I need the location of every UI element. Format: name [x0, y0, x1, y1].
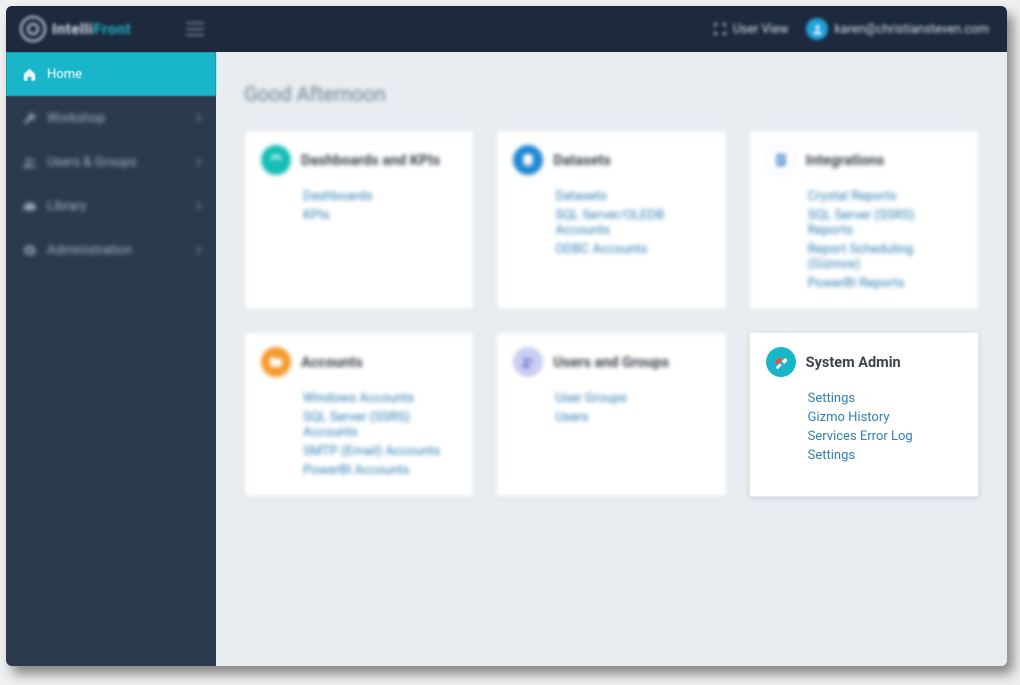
menu-toggle-icon[interactable]: [186, 22, 204, 36]
card-header: Datasets: [513, 145, 709, 175]
card-title: Accounts: [301, 354, 363, 371]
card-link[interactable]: Gizmo History: [808, 410, 962, 425]
sidebar-item-label: Users & Groups: [47, 155, 136, 170]
database-icon: [513, 145, 543, 175]
card-title: Integrations: [806, 152, 885, 169]
user-menu[interactable]: karen@christiansteven.com: [806, 18, 989, 40]
card-link[interactable]: SQL Server (SSRS) Accounts: [303, 410, 457, 440]
sidebar-item-workshop[interactable]: Workshop: [6, 96, 216, 140]
card-link[interactable]: Datasets: [555, 189, 709, 204]
sidebar-item-label: Home: [47, 67, 82, 82]
card-link[interactable]: Report Scheduling (Gizmox): [808, 242, 962, 272]
logo-mark-icon: [20, 16, 46, 42]
card-system-admin: System Admin Settings Gizmo History Service…: [749, 332, 979, 497]
app-window: IntelliFront User View karen@christianst…: [6, 6, 1007, 666]
sidebar-item-users-groups[interactable]: Users & Groups: [6, 140, 216, 184]
sidebar-item-label: Library: [47, 199, 86, 214]
card-link[interactable]: User Groups: [555, 391, 709, 406]
card-link[interactable]: Services Error Log: [808, 429, 962, 444]
card-title: Dashboards and KPIs: [301, 152, 440, 169]
chevron-right-icon: [193, 114, 201, 122]
card-link[interactable]: SMTP (Email) Accounts: [303, 444, 457, 459]
user-view-label: User View: [733, 22, 789, 37]
card-link[interactable]: Settings: [808, 391, 962, 406]
card-link-list: Windows Accounts SQL Server (SSRS) Accoun…: [303, 391, 457, 478]
card-header: Integrations: [766, 145, 962, 175]
card-header: Accounts: [261, 347, 457, 377]
card-header: Dashboards and KPIs: [261, 145, 457, 175]
card-link-list: Dashboards KPIs: [303, 189, 457, 223]
chevron-right-icon: [193, 246, 201, 254]
expand-icon: [713, 22, 727, 36]
logo-text-b: Front: [93, 20, 131, 38]
gauge-icon: [261, 145, 291, 175]
logo-text: IntelliFront: [52, 20, 131, 38]
topbar-right: User View karen@christiansteven.com: [713, 18, 1007, 40]
card-link[interactable]: SQL Server/OLEDB Accounts: [555, 208, 709, 238]
card-header: Users and Groups: [513, 347, 709, 377]
card-link-list: Settings Gizmo History Services Error Log S…: [808, 391, 962, 463]
main-area: Good Afternoon Dashboards and KPIsDashbo…: [216, 52, 1007, 666]
cloud-icon: [22, 199, 37, 214]
sidebar-item-label: Workshop: [47, 111, 105, 126]
card-link[interactable]: SQL Server (SSRS) Reports: [808, 208, 962, 238]
card-title: Datasets: [553, 152, 610, 169]
topbar: IntelliFront User View karen@christianst…: [6, 6, 1007, 52]
card-integrations: Integrations Crystal Reports SQL Server (S…: [749, 130, 979, 310]
chevron-right-icon: [193, 158, 201, 166]
home-icon: [22, 67, 37, 82]
card-grid: Dashboards and KPIs Dashboards KPIs Dataset…: [244, 130, 979, 497]
card-dashboards-kpis: Dashboards and KPIs Dashboards KPIs: [244, 130, 474, 310]
card-link[interactable]: Settings: [808, 448, 962, 463]
page-greeting: Good Afternoon: [244, 82, 979, 106]
gear-icon: [22, 243, 37, 258]
card-link-list: Crystal Reports SQL Server (SSRS) Reports…: [808, 189, 962, 291]
tools-icon: [766, 347, 796, 377]
card-title: System Admin: [806, 354, 901, 371]
sidebar: Home Workshop Users & Groups Library Adminis…: [6, 52, 216, 666]
card-link[interactable]: KPIs: [303, 208, 457, 223]
card-link[interactable]: Crystal Reports: [808, 189, 962, 204]
folder-icon: [261, 347, 291, 377]
card-link[interactable]: Dashboards: [303, 189, 457, 204]
card-link-list: User Groups Users: [555, 391, 709, 425]
people-icon: [513, 347, 543, 377]
card-link[interactable]: PowerBI Accounts: [303, 463, 457, 478]
brand-logo[interactable]: IntelliFront: [6, 16, 176, 42]
report-icon: [766, 145, 796, 175]
sidebar-item-administration[interactable]: Administration: [6, 228, 216, 272]
card-accounts: Accounts Windows Accounts SQL Server (SSRS…: [244, 332, 474, 497]
chevron-right-icon: [193, 202, 201, 210]
card-datasets: Datasets Datasets SQL Server/OLEDB Account…: [496, 130, 726, 310]
sidebar-item-library[interactable]: Library: [6, 184, 216, 228]
avatar-icon: [806, 18, 828, 40]
user-email: karen@christiansteven.com: [834, 22, 989, 37]
card-link-list: Datasets SQL Server/OLEDB Accounts ODBC Ac…: [555, 189, 709, 257]
card-users-groups: Users and Groups User Groups Users: [496, 332, 726, 497]
sidebar-item-label: Administration: [47, 243, 132, 258]
wrench-icon: [22, 111, 37, 126]
card-link[interactable]: ODBC Accounts: [555, 242, 709, 257]
sidebar-item-home[interactable]: Home: [6, 52, 216, 96]
user-view-button[interactable]: User View: [713, 22, 789, 37]
logo-text-a: Intelli: [52, 20, 93, 38]
users-icon: [22, 155, 37, 170]
card-link[interactable]: Windows Accounts: [303, 391, 457, 406]
card-link[interactable]: PowerBI Reports: [808, 276, 962, 291]
card-link[interactable]: Users: [555, 410, 709, 425]
card-title: Users and Groups: [553, 354, 669, 371]
card-header: System Admin: [766, 347, 962, 377]
